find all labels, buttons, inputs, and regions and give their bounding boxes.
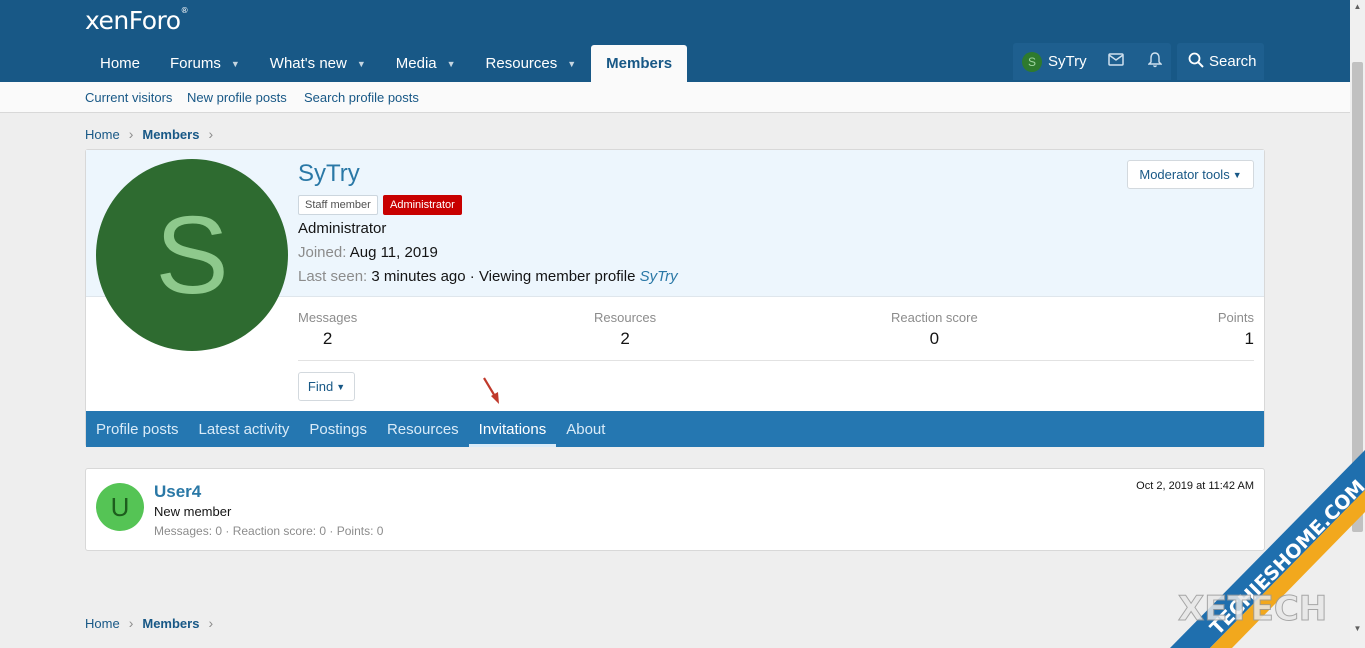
breadcrumb: Home › Members › [85, 126, 222, 142]
user-name-link[interactable]: SyTry [1048, 53, 1087, 70]
profile-avatar[interactable]: S [96, 159, 288, 351]
profile-tabs: Profile posts Latest activity Postings R… [86, 411, 1264, 447]
breadcrumb-home[interactable]: Home [85, 616, 120, 631]
nav-forums[interactable]: Forums ▼ [155, 45, 255, 82]
subnav-current-visitors[interactable]: Current visitors [85, 90, 172, 105]
svg-text:XETECH: XETECH [1178, 589, 1327, 629]
chevron-down-icon[interactable]: ▼ [567, 59, 576, 69]
user-avatar[interactable]: S [1022, 51, 1042, 72]
tab-profile-posts[interactable]: Profile posts [86, 411, 189, 447]
caret-down-icon[interactable]: ▼ [1233, 170, 1242, 180]
sub-nav: Current visitors New profile posts Searc… [0, 82, 1365, 113]
chevron-down-icon[interactable]: ▼ [357, 59, 366, 69]
invitation-item: U User4 New member Messages: 0 · Reactio… [85, 468, 1265, 551]
last-seen-info: Last seen: 3 minutes ago · Viewing membe… [298, 268, 678, 285]
viewing-profile-link[interactable]: SyTry [640, 268, 678, 285]
chevron-right-icon: › [208, 126, 214, 142]
breadcrumb-bottom: Home › Members › [85, 615, 222, 631]
stat-reaction-score[interactable]: Reaction score 0 [891, 310, 978, 349]
header-bar: xenForo® Home Forums ▼ What's new ▼ Media ▼… [0, 0, 1365, 82]
profile-card: S SyTry Staff member Administrator Admin… [85, 149, 1265, 447]
nav-media[interactable]: Media ▼ [381, 45, 471, 82]
find-button[interactable]: Find ▼ [298, 372, 355, 401]
user-account-bar: S SyTry [1013, 43, 1171, 80]
caret-down-icon[interactable]: ▼ [336, 382, 345, 392]
tab-latest-activity[interactable]: Latest activity [189, 411, 300, 447]
nav-whats-new[interactable]: What's new ▼ [255, 45, 381, 82]
invitee-stats: Messages: 0 · Reaction score: 0 · Points… [154, 524, 384, 538]
main-nav: Home Forums ▼ What's new ▼ Media ▼ Resource… [85, 45, 688, 82]
annotation-arrow-icon [483, 377, 499, 404]
tab-postings[interactable]: Postings [299, 411, 377, 447]
invitee-avatar[interactable]: U [96, 483, 144, 531]
chevron-down-icon[interactable]: ▼ [231, 59, 240, 69]
nav-resources[interactable]: Resources ▼ [471, 45, 592, 82]
tab-invitations[interactable]: Invitations [468, 411, 557, 447]
stat-resources[interactable]: Resources 2 [594, 310, 656, 349]
chevron-right-icon: › [128, 615, 134, 631]
moderator-tools-button[interactable]: Moderator tools ▼ [1127, 160, 1254, 189]
tab-resources[interactable]: Resources [377, 411, 469, 447]
breadcrumb-members[interactable]: Members [142, 127, 199, 142]
search-icon[interactable] [1188, 52, 1204, 72]
search-label[interactable]: Search [1209, 53, 1257, 70]
chevron-down-icon[interactable]: ▼ [447, 59, 456, 69]
user-title: Administrator [298, 220, 387, 237]
breadcrumb-members[interactable]: Members [142, 616, 199, 631]
watermark: TECHIESHOME.COM XETECH [1170, 450, 1365, 648]
joined-info: Joined: Aug 11, 2019 [298, 244, 438, 261]
chevron-right-icon: › [208, 615, 214, 631]
search-button[interactable]: Search [1177, 43, 1264, 80]
bell-icon[interactable] [1147, 51, 1162, 72]
invitee-title: New member [154, 504, 232, 519]
profile-username: SyTry [298, 160, 360, 187]
chevron-right-icon: › [128, 126, 134, 142]
staff-badge: Staff member [298, 195, 378, 215]
tab-about[interactable]: About [556, 411, 615, 447]
subnav-new-profile-posts[interactable]: New profile posts [187, 90, 287, 105]
stat-points[interactable]: Points 1 [1218, 310, 1254, 349]
nav-home[interactable]: Home [85, 45, 155, 82]
stat-messages[interactable]: Messages 2 [298, 310, 357, 349]
subnav-search-profile-posts[interactable]: Search profile posts [304, 90, 419, 105]
site-logo[interactable]: xenForo® [85, 6, 189, 35]
admin-badge: Administrator [383, 195, 462, 215]
scroll-up-icon[interactable]: ▲ [1352, 2, 1363, 11]
envelope-icon[interactable] [1107, 53, 1124, 70]
breadcrumb-home[interactable]: Home [85, 127, 120, 142]
nav-members[interactable]: Members [591, 45, 688, 82]
invitee-name[interactable]: User4 [154, 482, 201, 502]
profile-stats: Messages 2 Resources 2 Reaction score 0 Poi… [298, 310, 1254, 361]
